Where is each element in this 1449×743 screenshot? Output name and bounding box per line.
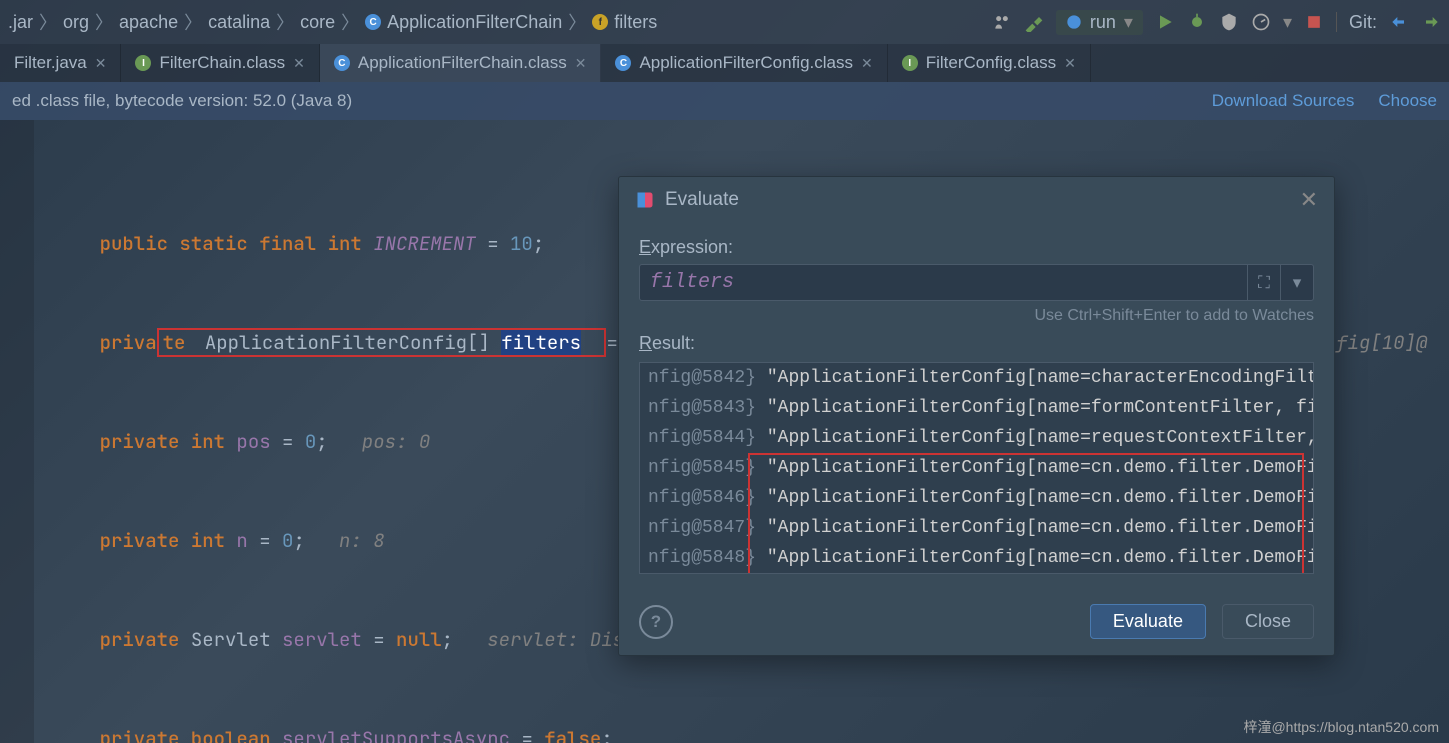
expand-icon[interactable]: ⛶ (1248, 264, 1281, 301)
dialog-title-bar[interactable]: Evaluate ✕ (619, 177, 1334, 223)
class-icon: C (365, 14, 381, 30)
run-config-label: run (1090, 12, 1116, 33)
choose-sources-link[interactable]: Choose (1378, 91, 1437, 111)
class-icon: C (334, 55, 350, 71)
close-icon[interactable]: ✕ (95, 55, 107, 72)
class-icon: C (615, 55, 631, 71)
gradle-icon (1066, 14, 1082, 30)
evaluate-button[interactable]: Evaluate (1090, 604, 1206, 639)
result-row[interactable]: nfig@5842} "ApplicationFilterConfig[name… (640, 363, 1313, 393)
dialog-close-icon[interactable]: ✕ (1300, 187, 1318, 213)
download-sources-link[interactable]: Download Sources (1212, 91, 1355, 111)
tab-applicationfilterchain-class[interactable]: C ApplicationFilterChain.class ✕ (320, 44, 602, 82)
expression-input[interactable]: filters (639, 264, 1248, 301)
inline-value: servlet: Dis (453, 627, 624, 652)
tab-filter-java[interactable]: Filter.java ✕ (0, 44, 121, 82)
banner-text: ed .class file, bytecode version: 52.0 (… (12, 91, 352, 111)
expression-label: xpression: (651, 237, 733, 257)
hint-text: Use Ctrl+Shift+Enter to add to Watches (639, 307, 1314, 325)
close-icon[interactable]: ✕ (861, 55, 873, 72)
close-button[interactable]: Close (1222, 604, 1314, 639)
toolbar-actions: run ▾ ▾ Git: (992, 10, 1441, 35)
coverage-icon[interactable] (1219, 12, 1239, 32)
tab-filterconfig-class[interactable]: I FilterConfig.class ✕ (888, 44, 1091, 82)
git-commit-icon[interactable] (1421, 12, 1441, 32)
hammer-icon[interactable] (1024, 12, 1044, 32)
tab-filterchain-class[interactable]: I FilterChain.class ✕ (121, 44, 319, 82)
breadcrumb-item[interactable]: catalina (208, 12, 270, 33)
stop-icon[interactable] (1304, 12, 1324, 32)
run-config-selector[interactable]: run ▾ (1056, 10, 1143, 35)
main-toolbar: .jar〉 org〉 apache〉 catalina〉 core〉 C App… (0, 0, 1449, 44)
breadcrumb-item[interactable]: org (63, 12, 89, 33)
breadcrumb-item[interactable]: .jar (8, 12, 33, 33)
breadcrumb-item[interactable]: filters (614, 12, 657, 33)
interface-icon: I (135, 55, 151, 71)
close-icon[interactable]: ✕ (575, 55, 587, 72)
evaluate-dialog: Evaluate ✕ Expression: filters ⛶ ▾ Use C… (618, 176, 1335, 656)
tab-label: FilterChain.class (159, 53, 285, 73)
user-icon[interactable] (992, 12, 1012, 32)
editor-gutter[interactable] (0, 120, 34, 743)
breadcrumb-item[interactable]: core (300, 12, 335, 33)
highlight-annotation (748, 453, 1304, 574)
profile-icon[interactable] (1251, 12, 1271, 32)
close-icon[interactable]: ✕ (1064, 55, 1076, 72)
inline-value: n: 8 (305, 528, 385, 553)
result-row[interactable]: nfig@5843} "ApplicationFilterConfig[name… (640, 393, 1313, 423)
run-icon[interactable] (1155, 12, 1175, 32)
tab-label: Filter.java (14, 53, 87, 73)
watermark: 梓潼@https://blog.ntan520.com (1243, 717, 1439, 737)
intellij-icon (635, 190, 655, 210)
result-list[interactable]: nfig@5842} "ApplicationFilterConfig[name… (639, 362, 1314, 574)
field-icon: f (592, 14, 608, 30)
tab-label: FilterConfig.class (926, 53, 1056, 73)
history-dropdown-icon[interactable]: ▾ (1281, 264, 1314, 301)
dialog-title: Evaluate (665, 189, 739, 211)
tab-label: ApplicationFilterConfig.class (639, 53, 853, 73)
decompiled-banner: ed .class file, bytecode version: 52.0 (… (0, 82, 1449, 120)
close-icon[interactable]: ✕ (293, 55, 305, 72)
git-update-icon[interactable] (1389, 12, 1409, 32)
interface-icon: I (902, 55, 918, 71)
inline-value: pos: 0 (328, 429, 431, 454)
breadcrumb[interactable]: .jar〉 org〉 apache〉 catalina〉 core〉 C App… (8, 9, 992, 35)
help-button[interactable]: ? (639, 605, 673, 639)
debug-icon[interactable] (1187, 12, 1207, 32)
editor-tabs: Filter.java ✕ I FilterChain.class ✕ C Ap… (0, 44, 1449, 82)
tab-applicationfilterconfig-class[interactable]: C ApplicationFilterConfig.class ✕ (601, 44, 887, 82)
tab-label: ApplicationFilterChain.class (358, 53, 567, 73)
result-label: esult: (652, 333, 695, 353)
breadcrumb-item[interactable]: ApplicationFilterChain (387, 12, 562, 33)
breadcrumb-item[interactable]: apache (119, 12, 178, 33)
result-row[interactable]: nfig@5844} "ApplicationFilterConfig[name… (640, 423, 1313, 453)
git-label: Git: (1349, 12, 1377, 33)
